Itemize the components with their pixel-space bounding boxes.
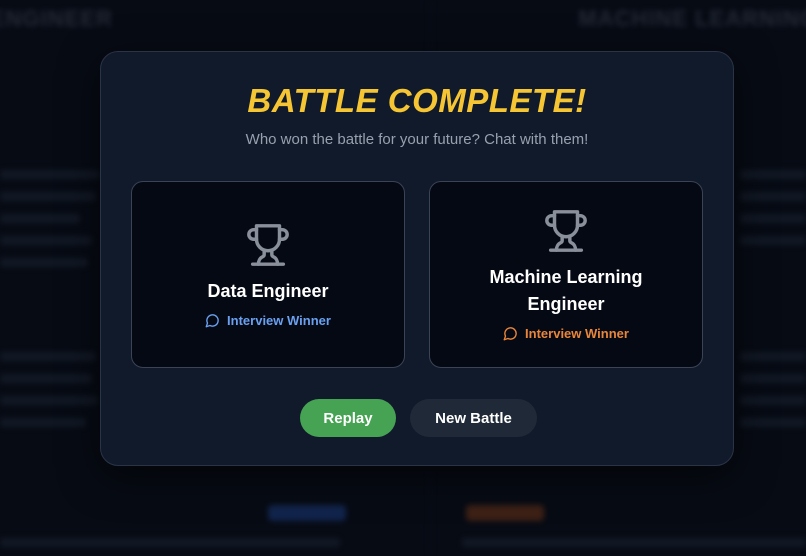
background-text-line <box>740 396 806 405</box>
trophy-icon <box>545 210 587 252</box>
background-text-line <box>0 352 96 361</box>
background-left-title: ENGINEER <box>0 6 113 31</box>
interview-winner-badge[interactable]: Interview Winner <box>205 313 331 328</box>
winner-card-data-engineer[interactable]: Data Engineer Interview Winner <box>131 181 405 368</box>
battle-complete-modal: BATTLE COMPLETE! Who won the battle for … <box>100 51 734 466</box>
new-battle-button[interactable]: New Battle <box>410 399 537 437</box>
badge-label: Interview Winner <box>227 312 331 328</box>
background-text-line <box>740 214 806 223</box>
modal-subtitle: Who won the battle for your future? Chat… <box>245 131 589 148</box>
background-text-line <box>740 352 806 361</box>
chat-bubble-icon <box>503 327 517 341</box>
background-text-line <box>740 418 806 427</box>
background-right-title: MACHINE LEARNING <box>578 6 806 31</box>
background-text-line <box>740 236 806 245</box>
winner-card-machine-learning-engineer[interactable]: Machine Learning Engineer Interview Winn… <box>429 181 703 368</box>
badge-label: Interview Winner <box>525 326 629 341</box>
interview-winner-badge[interactable]: Interview Winner <box>503 326 629 341</box>
background-text-line <box>0 170 100 179</box>
modal-title: BATTLE COMPLETE! <box>247 82 587 119</box>
background-chip <box>466 505 544 521</box>
background-text-line <box>0 374 92 383</box>
background-text-line <box>740 192 806 201</box>
background-text-line <box>0 236 92 245</box>
background-text-line <box>740 374 806 383</box>
winner-name: Machine Learning Engineer <box>489 267 643 314</box>
background-text-line <box>0 538 340 547</box>
background-text-line <box>740 170 806 179</box>
background-text-line <box>0 418 86 427</box>
background-text-line <box>0 192 96 201</box>
background-text-line <box>0 214 80 223</box>
replay-button[interactable]: Replay <box>300 399 396 437</box>
background-text-line <box>462 538 806 547</box>
chat-bubble-icon <box>205 313 219 327</box>
background-text-line <box>0 258 88 267</box>
background-chip <box>268 505 346 521</box>
trophy-icon <box>247 223 289 266</box>
background-text-line <box>0 396 98 405</box>
winner-name: Data Engineer <box>207 280 329 301</box>
